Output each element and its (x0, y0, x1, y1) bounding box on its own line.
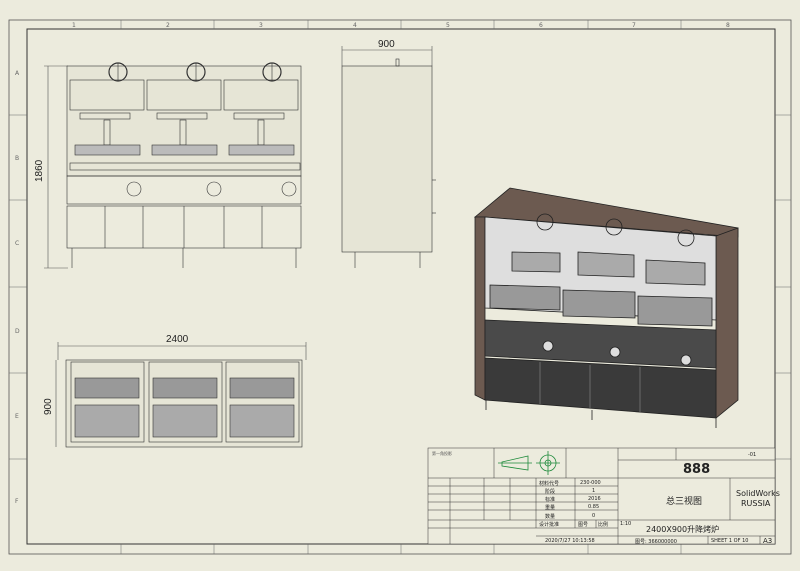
zone-col-5: 5 (446, 22, 450, 29)
drawing-number: 888 (683, 462, 711, 477)
dim-top-width: 2400 (166, 334, 189, 345)
company-line1: SolidWorks (736, 489, 780, 498)
view-name: 总三视图 (666, 497, 703, 507)
paper-size: A3 (763, 537, 773, 545)
zone-row-e: E (15, 413, 19, 420)
tb-row-3-label: 重量 (545, 505, 556, 511)
zone-col-4: 4 (353, 22, 357, 29)
tb-row-2-value: 2016 (588, 496, 601, 502)
drawing-canvas (8, 19, 792, 555)
zone-col-3: 3 (259, 22, 263, 29)
zone-row-d: D (15, 328, 20, 335)
side-view (341, 46, 436, 268)
revision: -01 (748, 452, 757, 458)
scale-label: 比例 (598, 522, 609, 528)
company-line2: RUSSIA (741, 499, 771, 508)
top-view (55, 342, 307, 448)
zone-row-f: F (15, 498, 19, 505)
zone-col-8: 8 (726, 22, 730, 29)
part-number: 图号: 366000000 (635, 539, 677, 545)
zone-col-1: 1 (72, 22, 76, 29)
zone-col-6: 6 (539, 22, 543, 29)
zone-row-b: B (15, 155, 20, 162)
tb-row-2-label: 标准 (545, 497, 556, 503)
proj-label: 第一角投影 (432, 451, 452, 456)
tb-row-1-label: 阶段 (545, 489, 556, 495)
scale-value: 1:10 (620, 521, 632, 527)
tb-row-3-value: 0.85 (588, 504, 600, 510)
front-view (44, 62, 302, 269)
dim-side-width: 900 (378, 39, 395, 50)
tb-row-4-label: 数量 (545, 514, 556, 520)
isometric-view (473, 187, 739, 428)
tb-row-1-value: 1 (592, 488, 596, 494)
tb-row-0-label: 材料代号 (539, 481, 560, 487)
zone-row-c: C (15, 240, 20, 247)
zone-col-2: 2 (166, 22, 170, 29)
drawing-sheet: 1 2 3 4 5 6 7 8 A B C D E F 900 1860 240… (0, 0, 800, 571)
product-name: 2400X900升降烤炉 (646, 525, 720, 534)
tb-row-5-label: 设计批准 (539, 522, 560, 528)
zone-col-7: 7 (632, 22, 636, 29)
date: 2020/7/27 10:13:58 (545, 538, 595, 544)
dim-top-depth: 900 (43, 398, 54, 415)
dim-front-height: 1860 (34, 159, 45, 182)
title-block-grid (427, 447, 776, 545)
tb-row-4-value: 0 (592, 513, 596, 519)
tb-row-5-value: 图号 (578, 522, 589, 528)
sheet-label: SHEET 1 OF 10 (711, 538, 749, 544)
tb-row-0-value: 230·000 (580, 480, 601, 486)
zone-row-a: A (15, 70, 20, 77)
